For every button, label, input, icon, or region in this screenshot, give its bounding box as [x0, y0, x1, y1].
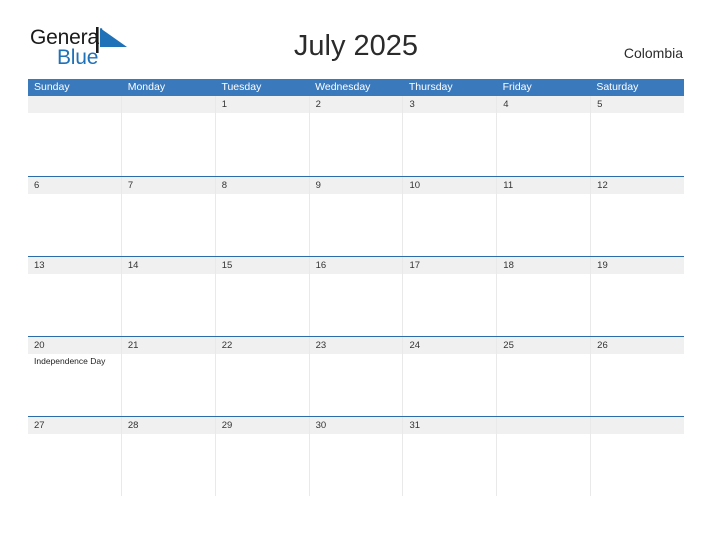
weekday-saturday: Saturday	[596, 81, 639, 93]
day-number: 9	[309, 177, 403, 194]
day-number: 5	[591, 96, 685, 113]
calendar-day-cell[interactable]: 12	[591, 177, 685, 256]
day-number: 1	[215, 96, 309, 113]
calendar-day-cell[interactable]: 5	[591, 96, 685, 176]
calendar-day-cell[interactable]: 30	[309, 417, 404, 496]
calendar-day-cell[interactable]: 8	[215, 177, 310, 256]
country-label: Colombia	[623, 45, 683, 61]
day-number: 7	[121, 177, 215, 194]
calendar-day-cell-empty	[28, 96, 122, 176]
calendar-week-row: 13 14 15 16 17 18 19	[28, 256, 685, 336]
weekday-header-row: Sunday Monday Tuesday Wednesday Thursday…	[28, 79, 684, 96]
calendar-day-cell[interactable]: 2	[309, 96, 404, 176]
event-label: Independence Day	[34, 356, 106, 366]
calendar-day-cell[interactable]: 26	[591, 337, 685, 416]
calendar-day-cell[interactable]: 10	[403, 177, 498, 256]
day-number: 17	[403, 257, 497, 274]
day-number: 22	[215, 337, 309, 354]
day-number: 18	[497, 257, 591, 274]
day-number: 19	[591, 257, 685, 274]
calendar-day-cell[interactable]: 29	[215, 417, 310, 496]
calendar-day-cell[interactable]: 16	[309, 257, 404, 336]
calendar-day-cell[interactable]: 4	[497, 96, 592, 176]
day-number: 10	[403, 177, 497, 194]
weekday-sunday: Sunday	[34, 81, 70, 93]
calendar-day-cell-empty	[121, 96, 216, 176]
weekday-monday: Monday	[127, 81, 166, 93]
day-number: 11	[497, 177, 591, 194]
calendar-day-cell[interactable]: 31	[403, 417, 498, 496]
day-number	[121, 96, 215, 113]
day-number: 8	[215, 177, 309, 194]
day-number: 15	[215, 257, 309, 274]
calendar-day-cell[interactable]: 23	[309, 337, 404, 416]
day-number: 24	[403, 337, 497, 354]
day-number	[591, 417, 685, 434]
calendar-week-row: 12345	[28, 96, 685, 176]
day-number: 12	[591, 177, 685, 194]
calendar-day-cell[interactable]: 13	[28, 257, 122, 336]
calendar-week-row: 20 Independence Day 21 22 23 24 25 26	[28, 336, 685, 416]
day-number: 6	[28, 177, 121, 194]
day-events: Independence Day	[28, 354, 121, 367]
day-number: 13	[28, 257, 121, 274]
day-number: 29	[215, 417, 309, 434]
day-number: 27	[28, 417, 121, 434]
day-number: 21	[121, 337, 215, 354]
calendar-day-cell[interactable]: 3	[403, 96, 498, 176]
calendar-day-cell[interactable]: 21	[121, 337, 216, 416]
weekday-tuesday: Tuesday	[221, 81, 262, 93]
weekday-friday: Friday	[502, 81, 532, 93]
day-number: 2	[309, 96, 403, 113]
day-number	[28, 96, 121, 113]
calendar-day-cell[interactable]: 7	[121, 177, 216, 256]
calendar-day-cell[interactable]: 14	[121, 257, 216, 336]
calendar-day-cell[interactable]: 27	[28, 417, 122, 496]
page-header: General Blue July 2025 Colombia	[0, 0, 712, 69]
day-number: 23	[309, 337, 403, 354]
day-number: 31	[403, 417, 497, 434]
calendar-day-cell[interactable]: 17	[403, 257, 498, 336]
day-number: 3	[403, 96, 497, 113]
calendar-day-cell[interactable]: 6	[28, 177, 122, 256]
calendar-day-cell-empty	[497, 417, 592, 496]
calendar-day-cell[interactable]: 19	[591, 257, 685, 336]
weekday-wednesday: Wednesday	[315, 81, 371, 93]
calendar-day-cell[interactable]: 11	[497, 177, 592, 256]
calendar-day-cell[interactable]: 9	[309, 177, 404, 256]
calendar-day-cell[interactable]: 25	[497, 337, 592, 416]
calendar-week-row: 6 7 8 9 10 11 12	[28, 176, 685, 256]
calendar-day-cell-empty	[591, 417, 685, 496]
calendar-day-cell[interactable]: 28	[121, 417, 216, 496]
day-number: 20	[28, 337, 121, 354]
calendar-day-cell[interactable]: 24	[403, 337, 498, 416]
calendar-day-cell[interactable]: 22	[215, 337, 310, 416]
day-number: 4	[497, 96, 591, 113]
day-number	[497, 417, 591, 434]
calendar-day-cell[interactable]: 15	[215, 257, 310, 336]
day-number: 14	[121, 257, 215, 274]
calendar-page: General Blue July 2025 Colombia Sunday M…	[0, 0, 712, 550]
day-number: 26	[591, 337, 685, 354]
page-title: July 2025	[293, 30, 419, 62]
calendar-day-cell[interactable]: 20 Independence Day	[28, 337, 122, 416]
day-number: 16	[309, 257, 403, 274]
calendar-day-cell[interactable]: 18	[497, 257, 592, 336]
calendar-weeks: 1 2 3 4 5 6 7 8 9 10 11 12 13 14 15 16 17 18 19 20 Independe…	[28, 96, 685, 496]
calendar-week-row: 27 28 29 30 31	[28, 416, 685, 496]
weekday-thursday: Thursday	[408, 81, 453, 93]
calendar-grid: Sunday Monday Tuesday Wednesday Thursday…	[28, 79, 685, 496]
day-number: 25	[497, 337, 591, 354]
calendar-day-cell[interactable]: 1	[215, 96, 310, 176]
day-number: 30	[309, 417, 403, 434]
day-number: 28	[121, 417, 215, 434]
